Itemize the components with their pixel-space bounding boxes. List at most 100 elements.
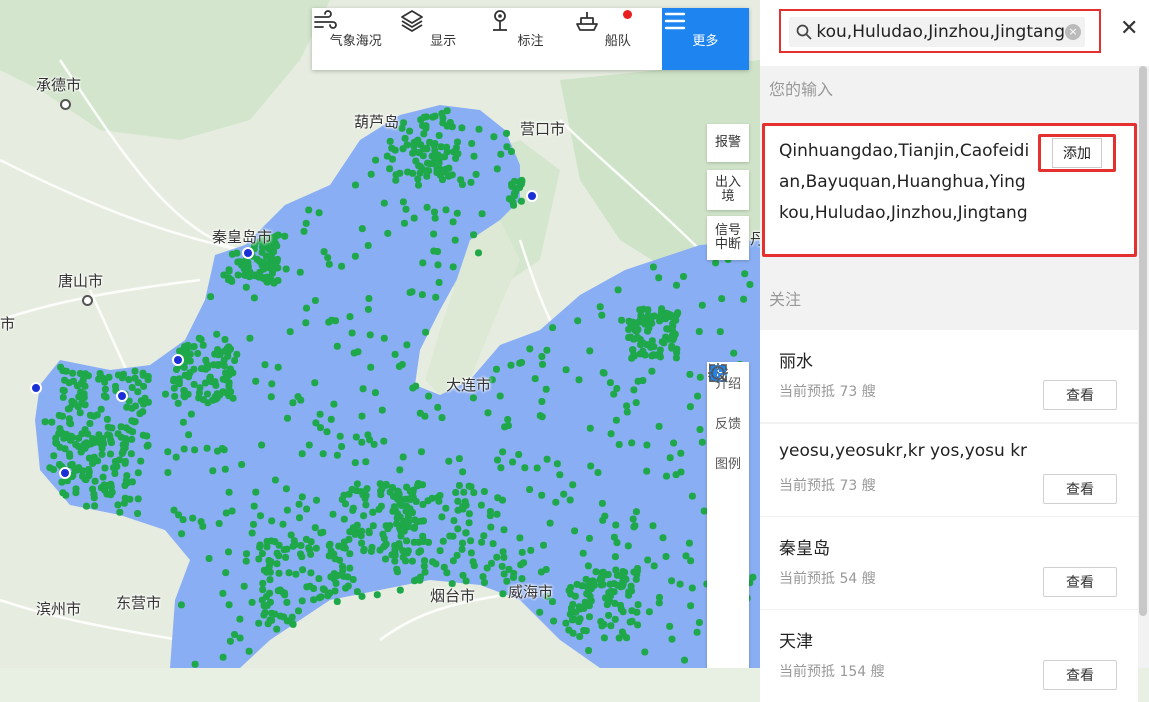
clear-icon[interactable]: × [1065, 24, 1081, 40]
ship-marker[interactable] [507, 361, 515, 369]
toolbar-fleet-button[interactable]: 船队 [574, 8, 661, 70]
ship-marker[interactable] [373, 591, 381, 599]
ship-marker[interactable] [60, 387, 68, 395]
ship-marker[interactable] [260, 566, 268, 574]
ship-marker[interactable] [408, 557, 416, 565]
ship-marker[interactable] [89, 485, 97, 493]
ship-marker[interactable] [412, 157, 420, 165]
ship-marker[interactable] [72, 441, 80, 448]
ship-marker[interactable] [382, 540, 390, 548]
ship-marker[interactable] [128, 404, 136, 412]
ship-marker[interactable] [204, 390, 211, 398]
ship-marker[interactable] [380, 334, 388, 342]
ship-marker[interactable] [669, 322, 677, 330]
ship-marker[interactable] [281, 232, 289, 240]
ship-marker[interactable] [392, 171, 400, 179]
ship-marker[interactable] [628, 439, 636, 447]
follow-item[interactable]: yeosu,yeosukr,kr yos,yosu kr 当前预抵 73 艘 查… [760, 424, 1138, 516]
ship-marker[interactable] [248, 529, 256, 537]
ship-marker[interactable] [76, 409, 84, 417]
ship-marker[interactable] [186, 350, 194, 358]
ship-marker[interactable] [176, 347, 184, 355]
toolbar-weather-button[interactable]: 气象海况 [312, 8, 399, 70]
ship-marker[interactable] [543, 346, 551, 354]
ship-marker[interactable] [91, 502, 99, 510]
ship-marker[interactable] [228, 507, 236, 515]
ship-marker[interactable] [352, 433, 360, 441]
follow-item[interactable]: 秦皇岛 当前预抵 54 艘 查看 [760, 517, 1138, 609]
ship-marker[interactable] [454, 525, 462, 533]
ship-marker[interactable] [499, 590, 507, 598]
ship-marker[interactable] [144, 398, 152, 406]
ship-marker[interactable] [395, 362, 403, 370]
ship-marker[interactable] [48, 418, 56, 426]
ship-marker[interactable] [250, 502, 258, 510]
panel-scrollbar[interactable] [1139, 66, 1147, 616]
locate-button[interactable] [707, 363, 749, 668]
ship-marker[interactable] [211, 378, 219, 386]
ship-marker[interactable] [687, 557, 695, 565]
ship-marker[interactable] [114, 501, 122, 509]
ship-marker[interactable] [484, 409, 492, 417]
layout-button[interactable] [707, 365, 749, 602]
ship-marker[interactable] [205, 555, 213, 562]
alarm-button[interactable]: 报警 [707, 124, 749, 162]
ship-marker[interactable] [365, 527, 373, 535]
ship-marker[interactable] [399, 553, 407, 561]
ship-marker[interactable] [325, 260, 333, 268]
ship-marker[interactable] [268, 380, 276, 388]
ship-marker[interactable] [359, 385, 367, 393]
ship-marker[interactable] [85, 468, 93, 476]
ship-marker[interactable] [363, 485, 371, 493]
ship-marker[interactable] [627, 322, 635, 329]
ship-marker[interactable] [403, 341, 411, 349]
ship-marker[interactable] [410, 214, 418, 222]
ship-marker[interactable] [632, 327, 640, 335]
ship-marker[interactable] [411, 523, 419, 531]
ship-marker[interactable] [665, 310, 673, 318]
ship-marker[interactable] [462, 529, 470, 537]
ship-marker[interactable] [418, 448, 425, 456]
ship-marker[interactable] [226, 637, 234, 645]
ship-marker[interactable] [79, 472, 86, 480]
ship-marker[interactable] [460, 488, 468, 496]
ship-marker[interactable] [634, 621, 642, 629]
ship-marker[interactable] [560, 490, 568, 498]
ship-marker[interactable] [50, 452, 58, 460]
follow-item[interactable]: 丽水 当前预抵 73 艘 查看 [760, 330, 1138, 422]
ship-marker[interactable] [134, 510, 142, 517]
ship-marker[interactable] [107, 450, 114, 458]
ship-marker[interactable] [526, 345, 534, 353]
ship-marker[interactable] [498, 562, 506, 570]
ship-marker[interactable] [302, 319, 310, 327]
ship-marker[interactable] [349, 524, 357, 532]
ship-marker[interactable] [606, 580, 614, 588]
ship-marker[interactable] [273, 625, 281, 633]
ship-marker[interactable] [380, 437, 388, 445]
ship-marker[interactable] [61, 376, 69, 384]
ship-marker[interactable] [327, 415, 335, 423]
ship-marker[interactable] [639, 347, 647, 355]
ship-marker[interactable] [406, 127, 414, 135]
ship-marker[interactable] [672, 471, 680, 479]
ship-marker[interactable] [234, 271, 242, 279]
ship-marker[interactable] [402, 205, 410, 213]
ship-marker[interactable] [317, 593, 325, 601]
ship-marker[interactable] [658, 305, 666, 313]
ship-marker[interactable] [94, 457, 102, 465]
ship-marker[interactable] [391, 350, 399, 358]
ship-marker[interactable] [315, 209, 323, 217]
ship-marker[interactable] [598, 311, 606, 319]
ship-marker[interactable] [516, 178, 524, 186]
ship-marker[interactable] [296, 514, 303, 522]
ship-marker[interactable] [274, 277, 282, 284]
ship-marker[interactable] [415, 548, 423, 556]
ship-marker[interactable] [202, 379, 209, 387]
ship-marker[interactable] [131, 367, 139, 375]
ship-marker[interactable] [575, 618, 583, 626]
ship-marker[interactable] [75, 464, 83, 472]
ship-marker[interactable] [435, 159, 443, 167]
ship-marker[interactable] [619, 580, 627, 588]
ship-marker[interactable] [86, 420, 94, 427]
ship-marker[interactable] [493, 165, 501, 173]
